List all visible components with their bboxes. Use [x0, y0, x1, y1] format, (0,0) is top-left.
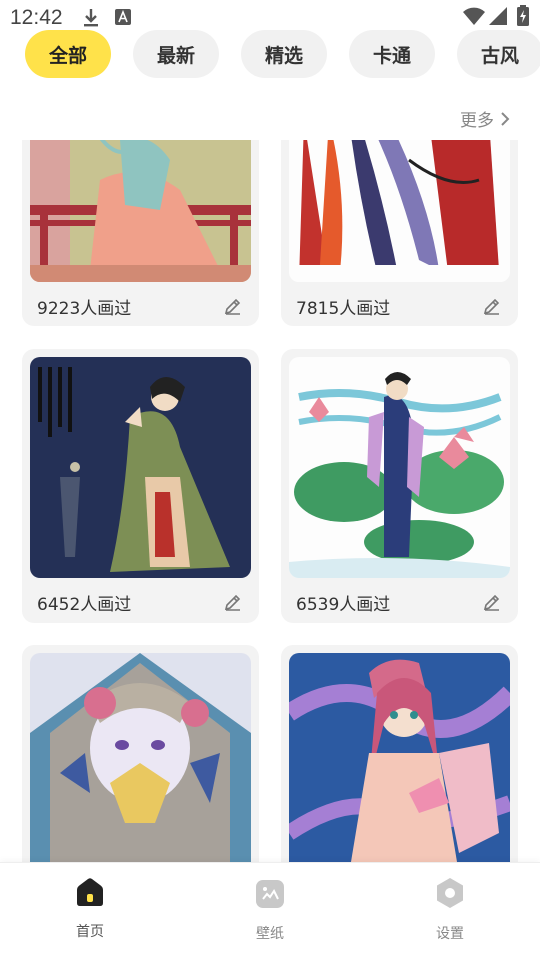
artwork-image — [30, 357, 251, 578]
chevron-right-icon — [501, 111, 510, 126]
draw-count: 9223人画过 — [37, 299, 132, 319]
artwork-image — [30, 140, 251, 282]
signal-icon — [488, 6, 508, 30]
artwork-image — [289, 653, 510, 862]
download-icon — [82, 8, 100, 32]
artwork-image — [30, 653, 251, 862]
status-bar: 12:42 — [0, 0, 540, 34]
draw-count: 6539人画过 — [296, 595, 391, 615]
category-tabs: 全部 最新 精选 卡通 古风 — [0, 30, 540, 78]
artwork-card[interactable]: 6539人画过 — [281, 349, 518, 623]
pencil-icon[interactable] — [223, 592, 243, 616]
more-link[interactable]: 更多 — [460, 106, 510, 131]
nav-wallpaper-label: 壁纸 — [256, 926, 284, 942]
settings-icon — [437, 878, 463, 908]
artwork-card[interactable]: 6452人画过 — [22, 349, 259, 623]
more-label: 更多 — [460, 111, 494, 131]
nav-wallpaper[interactable]: 壁纸 — [210, 879, 330, 959]
artwork-image — [289, 357, 510, 578]
status-time: 12:42 — [10, 6, 63, 29]
nav-settings-label: 设置 — [436, 926, 464, 942]
home-icon — [77, 878, 103, 906]
nav-home[interactable]: 首页 — [30, 877, 150, 957]
pencil-icon[interactable] — [482, 592, 502, 616]
wallpaper-icon — [256, 880, 284, 908]
pencil-icon[interactable] — [223, 296, 243, 320]
artwork-card[interactable]: 9223人画过 — [22, 140, 259, 326]
artwork-card[interactable] — [281, 645, 518, 862]
artwork-card[interactable] — [22, 645, 259, 862]
wifi-icon — [462, 6, 486, 30]
artwork-card[interactable]: 7815人画过 — [281, 140, 518, 326]
draw-count: 6452人画过 — [37, 595, 132, 615]
tab-ancient-style[interactable]: 古风 — [457, 30, 540, 78]
artwork-image — [289, 140, 510, 282]
nav-home-label: 首页 — [76, 924, 104, 940]
a-notification-icon — [114, 8, 132, 30]
tab-all[interactable]: 全部 — [25, 30, 111, 78]
tab-latest[interactable]: 最新 — [133, 30, 219, 78]
bottom-nav: 首页 壁纸 设置 — [0, 862, 540, 960]
battery-icon — [516, 5, 530, 31]
tab-featured[interactable]: 精选 — [241, 30, 327, 78]
nav-settings[interactable]: 设置 — [390, 877, 510, 957]
tab-cartoon[interactable]: 卡通 — [349, 30, 435, 78]
pencil-icon[interactable] — [482, 296, 502, 320]
artwork-grid: 9223人画过 7815人画过 6452人画过 6539人画过 — [0, 140, 540, 862]
draw-count: 7815人画过 — [296, 299, 391, 319]
